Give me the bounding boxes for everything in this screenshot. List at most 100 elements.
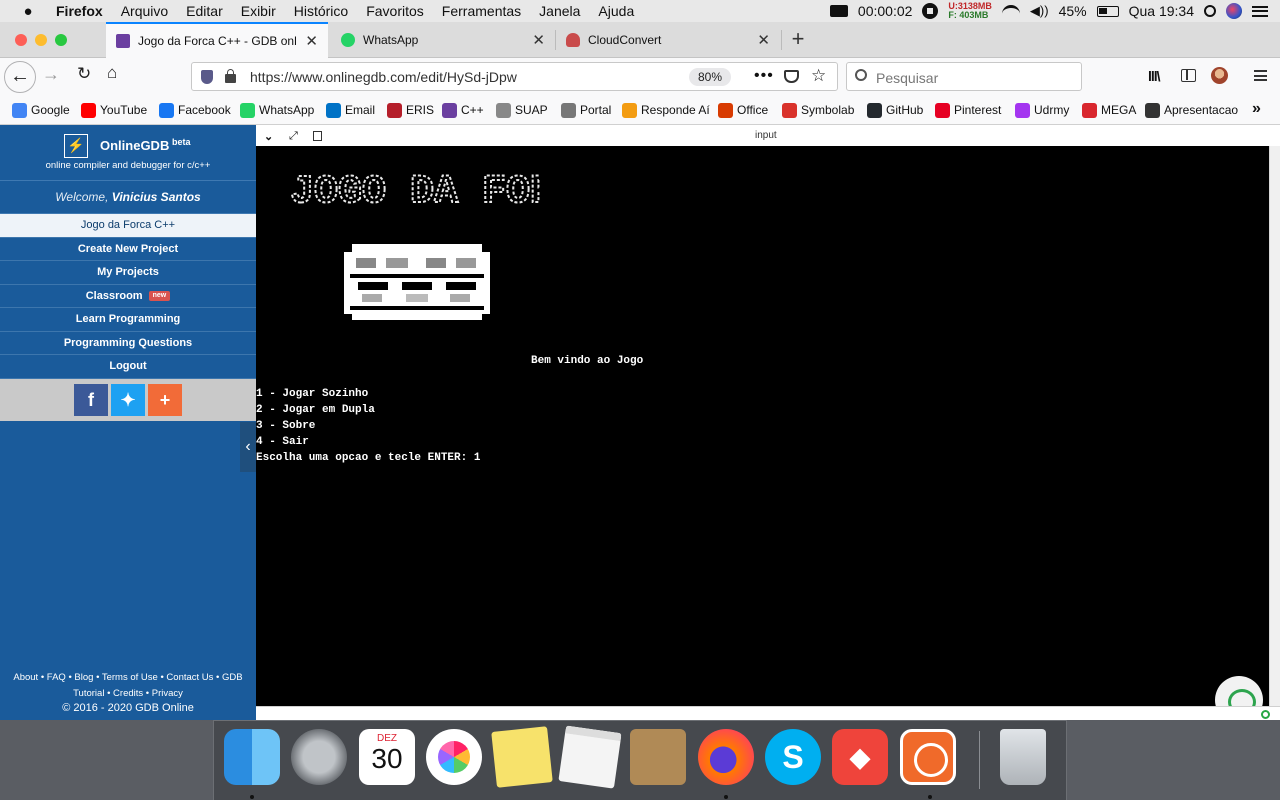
bookmark-item[interactable]: Portal (561, 102, 611, 118)
bookmarks-overflow-icon[interactable]: » (1252, 100, 1261, 118)
bookmark-item[interactable]: WhatsApp (240, 102, 314, 118)
back-button[interactable]: ← (4, 61, 36, 93)
reload-button[interactable]: ↻ (77, 64, 91, 84)
tracking-protection-icon[interactable] (201, 70, 213, 84)
bookmark-item[interactable]: GitHub (867, 102, 923, 118)
menu-arquivo[interactable]: Arquivo (121, 3, 168, 19)
trash-icon[interactable] (1000, 729, 1046, 785)
stop-record-icon[interactable] (922, 3, 939, 19)
bookmark-item[interactable]: Email (326, 102, 375, 118)
zoom-level-button[interactable]: 80% (689, 68, 731, 86)
sidebar-item-my-projects[interactable]: My Projects (0, 261, 256, 285)
finder-icon[interactable] (224, 729, 280, 785)
sidebar-item-learn-programming[interactable]: Learn Programming (0, 308, 256, 332)
bookmark-item[interactable]: Apresentacao (1145, 102, 1238, 118)
screen-record-icon[interactable] (829, 5, 848, 17)
footer-links[interactable]: About • FAQ • Blog • Terms of Use • Cont… (0, 670, 256, 686)
menu-hamburger-icon[interactable] (1254, 70, 1267, 81)
new-tab-button[interactable]: + (789, 22, 807, 58)
clock[interactable]: Qua 19:34 (1129, 3, 1194, 19)
page-actions-icon[interactable]: ••• (754, 67, 774, 85)
sidebar-item-classroom[interactable]: Classroom new (0, 285, 256, 308)
menu-editar[interactable]: Editar (186, 3, 223, 19)
brand-tagline: online compiler and debugger for c/c++ (45, 160, 211, 171)
siri-icon[interactable] (1226, 3, 1242, 19)
screen-recorder-icon[interactable] (900, 729, 956, 785)
lock-icon[interactable] (225, 69, 236, 83)
memory-monitor[interactable]: U:3138MB F: 403MB (948, 2, 992, 20)
bookmark-item[interactable]: Pinterest (935, 102, 1001, 118)
collapse-sidebar-chevron-icon[interactable]: ‹ (240, 422, 256, 472)
bookmark-item[interactable]: MEGA (1082, 102, 1136, 118)
tab-whatsapp[interactable]: WhatsApp ✕ (331, 22, 555, 58)
menu-favoritos[interactable]: Favoritos (366, 3, 424, 19)
skype-icon[interactable]: S (765, 729, 821, 785)
expand-icon[interactable]: ⤢ (289, 130, 298, 143)
bookmark-item[interactable]: Symbolab (782, 102, 854, 118)
sidebar-item-create-project[interactable]: Create New Project (0, 238, 256, 261)
account-avatar-icon[interactable] (1211, 67, 1228, 84)
sidebar-item-programming-questions[interactable]: Programming Questions (0, 332, 256, 355)
whatsapp-favicon (341, 33, 355, 47)
bookmark-item[interactable]: SUAP (496, 102, 548, 118)
recycle-app-icon[interactable] (630, 729, 686, 785)
facebook-share-icon[interactable]: f (74, 383, 108, 416)
firefox-icon[interactable] (698, 729, 754, 785)
url-bar[interactable]: https://www.onlinegdb.com/edit/HySd-jDpw… (191, 62, 838, 91)
calendar-icon[interactable]: DEZ 30 (359, 729, 415, 785)
url-text[interactable]: https://www.onlinegdb.com/edit/HySd-jDpw (250, 69, 517, 85)
stickies-icon[interactable] (491, 726, 553, 788)
bookmark-star-icon[interactable]: ☆ (811, 66, 826, 86)
menu-ajuda[interactable]: Ajuda (598, 3, 634, 19)
window-zoom-button[interactable] (55, 34, 67, 46)
bookmark-item[interactable]: Responde Aí (622, 102, 710, 118)
photos-icon[interactable] (426, 729, 482, 785)
wifi-icon[interactable] (1001, 5, 1020, 17)
spotlight-icon[interactable] (1204, 5, 1216, 17)
twitter-share-icon[interactable]: ✦ (111, 383, 145, 416)
notification-center-icon[interactable] (1252, 5, 1268, 17)
home-button[interactable]: ⌂ (107, 63, 117, 83)
tab-gdb[interactable]: Jogo da Forca C++ - GDB onlin ✕ (106, 22, 328, 58)
sidebar-item-current-project[interactable]: Jogo da Forca C++ (0, 214, 256, 238)
textedit-icon[interactable] (558, 725, 622, 789)
sidebar-item-logout[interactable]: Logout (0, 355, 256, 379)
copy-icon[interactable] (313, 131, 322, 141)
volume-icon[interactable]: ◀)) (1030, 3, 1049, 19)
sidebar-toggle-icon[interactable] (1181, 69, 1196, 82)
bookmark-item[interactable]: Udrmy (1015, 102, 1069, 118)
bookmark-item[interactable]: ERIS (387, 102, 434, 118)
bookmark-label: YouTube (100, 103, 148, 117)
forward-button[interactable]: → (42, 64, 60, 85)
bookmark-item[interactable]: Office (718, 102, 768, 118)
search-bar[interactable]: Pesquisar (846, 62, 1082, 91)
tab-close-icon[interactable]: ✕ (532, 31, 545, 49)
menu-exibir[interactable]: Exibir (241, 3, 276, 19)
menu-janela[interactable]: Janela (539, 3, 580, 19)
tab-close-icon[interactable]: ✕ (305, 32, 318, 50)
chevron-down-icon[interactable]: ⌄ (264, 130, 273, 143)
menu-app-firefox[interactable]: Firefox (56, 3, 103, 19)
terminal-output[interactable]: JOGO DA FORCA (256, 146, 1269, 724)
brand-header[interactable]: ⚡ OnlineGDB beta online compiler and deb… (0, 125, 256, 181)
bookmark-item[interactable]: C++ (442, 102, 484, 118)
menu-ferramentas[interactable]: Ferramentas (442, 3, 521, 19)
pocket-icon[interactable] (784, 70, 799, 83)
library-icon[interactable]: lll\ (1148, 68, 1161, 84)
tab-close-icon[interactable]: ✕ (757, 31, 770, 49)
anydesk-icon[interactable]: ◆ (832, 729, 888, 785)
menu-historico[interactable]: Histórico (294, 3, 348, 19)
battery-icon[interactable] (1096, 5, 1119, 17)
running-indicator (250, 795, 254, 799)
launchpad-icon[interactable] (291, 729, 347, 785)
window-close-button[interactable] (15, 34, 27, 46)
bookmark-item[interactable]: Google (12, 102, 70, 118)
bookmark-item[interactable]: Facebook (159, 102, 231, 118)
terminal-scrollbar[interactable] (1269, 146, 1280, 706)
apple-icon[interactable]: ● (18, 3, 38, 20)
window-minimize-button[interactable] (35, 34, 47, 46)
tab-cloudconvert[interactable]: CloudConvert ✕ (556, 22, 780, 58)
more-share-icon[interactable]: + (148, 383, 182, 416)
footer-links-2[interactable]: Tutorial • Credits • Privacy (0, 686, 256, 702)
bookmark-item[interactable]: YouTube (81, 102, 147, 118)
